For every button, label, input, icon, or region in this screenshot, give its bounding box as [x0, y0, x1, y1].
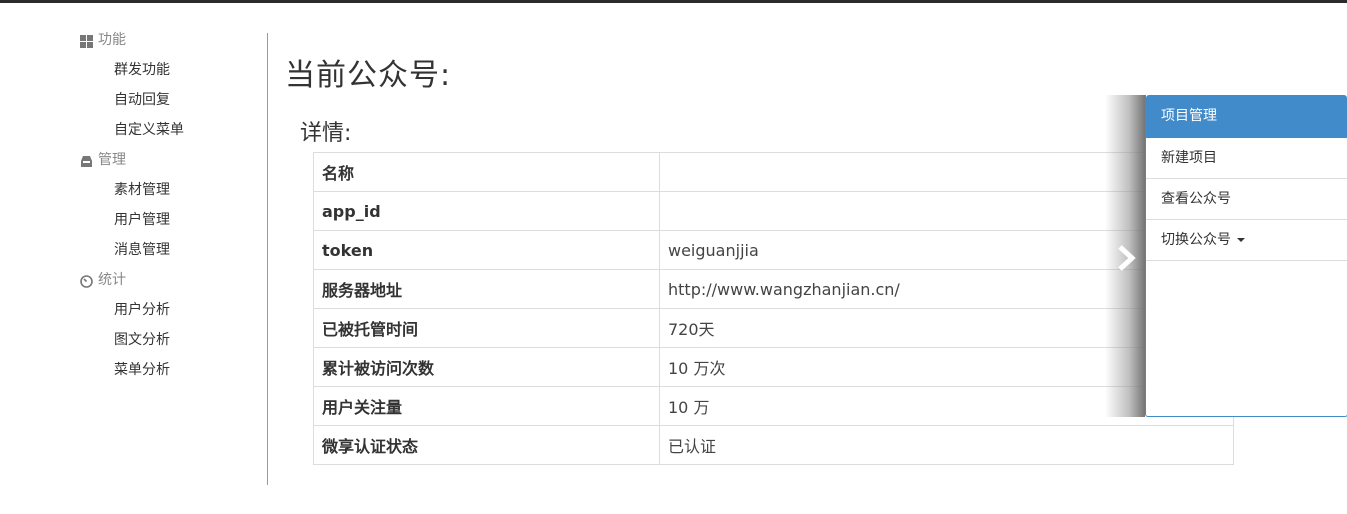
sidebar-section-functions: 功能	[80, 30, 260, 50]
sidebar-item-users[interactable]: 用户管理	[114, 210, 260, 230]
sidebar-section-management: 管理	[80, 150, 260, 170]
sidebar-divider	[267, 33, 268, 485]
sidebar-item-mass-send[interactable]: 群发功能	[114, 60, 260, 80]
details-table: 名称 app_id token weiguanjjia 服务器地址 http:/…	[313, 152, 1234, 465]
detail-key: app_id	[313, 191, 660, 231]
inbox-icon	[80, 154, 93, 167]
section-title: 统计	[98, 272, 126, 288]
sidebar-item-article-analysis[interactable]: 图文分析	[114, 330, 260, 350]
section-title: 功能	[98, 32, 126, 48]
detail-key: 用户关注量	[313, 386, 660, 426]
details-heading: 详情:	[300, 121, 352, 146]
detail-key: 微享认证状态	[313, 425, 660, 465]
detail-key: 名称	[313, 152, 660, 192]
dashboard-icon	[80, 274, 93, 288]
table-row: 名称	[313, 152, 1234, 192]
sidebar-item-auto-reply[interactable]: 自动回复	[114, 90, 260, 110]
section-title: 管理	[98, 152, 126, 168]
detail-value: 已认证	[659, 425, 1234, 465]
sidebar-item-messages[interactable]: 消息管理	[114, 240, 260, 260]
sidebar-item-user-analysis[interactable]: 用户分析	[114, 300, 260, 320]
new-project-item[interactable]: 新建项目	[1146, 138, 1347, 179]
sidebar-item-custom-menu[interactable]: 自定义菜单	[114, 120, 260, 140]
switch-account-item[interactable]: 切换公众号	[1146, 220, 1347, 261]
detail-key: 已被托管时间	[313, 308, 660, 348]
view-account-item[interactable]: 查看公众号	[1146, 179, 1347, 220]
sidebar-section-stats: 统计	[80, 270, 260, 290]
table-row: app_id	[313, 191, 1234, 231]
table-row: 累计被访问次数 10 万次	[313, 347, 1234, 387]
sidebar-item-menu-analysis[interactable]: 菜单分析	[114, 360, 260, 380]
table-row: token weiguanjjia	[313, 230, 1234, 270]
sidebar: 功能 群发功能 自动回复 自定义菜单 管理 素材管理 用户管理 消息管理 统计 …	[80, 30, 260, 390]
top-bar	[0, 0, 1347, 3]
page-title: 当前公众号:	[285, 58, 452, 93]
table-row: 已被托管时间 720天	[313, 308, 1234, 348]
project-management-header[interactable]: 项目管理	[1146, 95, 1347, 138]
project-menu: 项目管理 新建项目 查看公众号 切换公众号	[1145, 95, 1347, 417]
table-row: 微享认证状态 已认证	[313, 425, 1234, 465]
table-row: 服务器地址 http://www.wangzhanjian.cn/	[313, 269, 1234, 309]
caret-down-icon	[1237, 238, 1245, 242]
detail-key: 累计被访问次数	[313, 347, 660, 387]
detail-key: 服务器地址	[313, 269, 660, 309]
grid-icon	[80, 34, 93, 48]
switch-account-label: 切换公众号	[1161, 232, 1231, 248]
chevron-right-icon[interactable]	[1114, 243, 1140, 273]
sidebar-item-materials[interactable]: 素材管理	[114, 180, 260, 200]
detail-key: token	[313, 230, 660, 270]
table-row: 用户关注量 10 万	[313, 386, 1234, 426]
